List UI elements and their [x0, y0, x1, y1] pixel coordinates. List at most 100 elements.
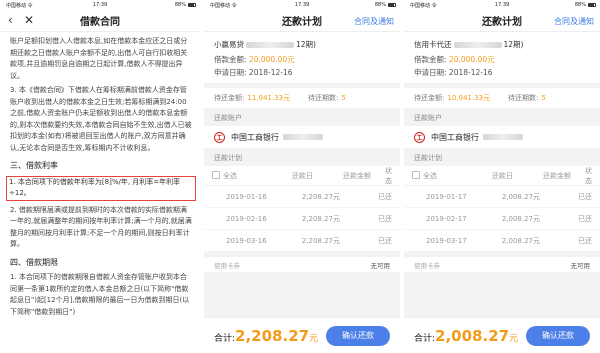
coupon-value: 无可用: [370, 261, 391, 270]
confirm-repay-button[interactable]: 确认还款: [526, 325, 590, 346]
apply-date-label: 申请日期:: [214, 68, 247, 77]
due-amount: 10,041.33元: [447, 94, 490, 102]
total-unit: 元: [509, 333, 519, 344]
row-date: 2019-03-17: [426, 236, 467, 245]
bank-name: 中国工商银行: [431, 132, 479, 142]
row-date: 2019-01-17: [426, 192, 467, 201]
coupon-row[interactable]: 使用卡券 无可用: [204, 252, 400, 272]
contract-paragraph: 账户足额扣划借入人借款本息,如在借款本金应还之日或分期还款之日借款人账户余额不足…: [10, 37, 188, 80]
total-label: 合计:: [214, 333, 236, 344]
row-status: 已还: [378, 214, 392, 223]
page-title: 还款计划: [482, 17, 522, 28]
loan-name-prefix: 信用卡代还: [414, 40, 452, 49]
nav-bar: 还款计划 合同及通知: [204, 10, 400, 32]
bank-account[interactable]: 工 中国工商银行: [204, 126, 400, 148]
select-all-checkbox[interactable]: [412, 170, 420, 179]
col-amount: 还款金额: [342, 171, 371, 180]
table-header: 全选 还款日 还款金额 状态: [404, 166, 600, 186]
select-all-label[interactable]: 全选: [223, 171, 269, 181]
loan-amount-row: 借款金额: 20,000.00元: [214, 53, 390, 66]
total-value: 2,008.27: [435, 326, 510, 345]
contract-notice-link[interactable]: 合同及通知: [554, 16, 594, 27]
loan-name-prefix: 小赢易贷: [214, 40, 244, 49]
loan-name-suffix: 12期): [503, 40, 524, 49]
contract-body: 账户足额扣划借入人借款本息,如在借款本金应还之日或分期还款之日借款人账户余额不足…: [0, 32, 200, 318]
plan-section-label: 还款计划: [214, 154, 242, 162]
col-status: 状态: [584, 166, 592, 185]
confirm-repay-button[interactable]: 确认还款: [326, 325, 390, 346]
row-amount: 2,008.27元: [501, 236, 540, 245]
row-status: 已还: [378, 192, 392, 201]
contract-screen: 中国移动 令 17:39 88% ‹ ✕ 借款合同 账户足额扣划借入人借款本息,…: [0, 0, 200, 353]
due-periods-label: 待还期数:: [308, 94, 339, 102]
status-bar: 中国移动 令 17:39 88%: [204, 0, 400, 10]
coupon-row[interactable]: 使用卡券 无可用: [404, 252, 600, 272]
status-time: 17:39: [294, 2, 310, 8]
apply-date: 2018-12-16: [448, 68, 493, 77]
close-icon[interactable]: ✕: [24, 13, 34, 27]
battery-percent: 88%: [174, 2, 186, 8]
col-date: 还款日: [491, 171, 513, 180]
repayment-table: 全选 还款日 还款金额 状态 2019-01-17 2,008.27元 已还 2…: [404, 166, 600, 252]
contract-notice-link[interactable]: 合同及通知: [354, 16, 394, 27]
total-unit: 元: [309, 333, 319, 344]
bank-name: 中国工商银行: [231, 132, 279, 142]
table-row: 2019-01-17 2,008.27元 已还: [404, 186, 600, 208]
battery-icon: [588, 3, 596, 7]
contract-paragraph: 1. 本合同项下的借款期限自借款人资金存管账户收到本合同第一条第1款所约定的借入…: [10, 273, 190, 316]
coupon-label: 使用卡券: [414, 261, 440, 270]
loan-amount: 20,000.00元: [248, 55, 295, 64]
bank-account[interactable]: 工 中国工商银行: [404, 126, 600, 148]
table-row: 2019-01-16 2,208.27元 已还: [204, 186, 400, 208]
row-status: 已还: [578, 236, 592, 245]
total-value: 2,208.27: [235, 326, 310, 345]
contract-paragraph: 2. 借款期限届满或提前到期时的本次借款的实际借款期满一年的,就届满整年的期间按…: [10, 205, 192, 249]
interest-rate-clause: 1. 本合同项下的借款年利率为[8]%/年, 月利率=年利率÷12。: [6, 175, 196, 201]
due-periods-label: 待还期数:: [508, 94, 539, 102]
col-date: 还款日: [291, 171, 313, 180]
row-status: 已还: [578, 214, 592, 223]
pay-footer: 合计:2,008.27元 确认还款: [404, 317, 600, 353]
account-section-label: 还款账户: [214, 114, 242, 122]
col-amount: 还款金额: [542, 171, 571, 180]
loan-info: 信用卡代还 12期) 借款金额: 20,000.00元 申请日期: 2018-1…: [404, 32, 600, 83]
total-label: 合计:: [414, 333, 436, 344]
row-status: 已还: [378, 236, 392, 245]
total-amount: 合计:2,208.27元: [214, 327, 318, 345]
row-date: 2019-02-17: [426, 214, 467, 223]
nav-bar: 还款计划 合同及通知: [404, 10, 600, 32]
col-status: 状态: [384, 166, 392, 185]
loan-info: 小赢易贷 12期) 借款金额: 20,000.00元 申请日期: 2018-12…: [204, 32, 400, 83]
redacted-block: [453, 41, 502, 48]
repayment-table: 全选 还款日 还款金额 状态 2019-01-16 2,208.27元 已还 2…: [204, 166, 400, 252]
row-date: 2019-03-16: [226, 236, 267, 245]
battery-icon: [388, 3, 396, 7]
status-time: 17:39: [92, 2, 108, 8]
row-amount: 2,008.27元: [501, 214, 540, 223]
page-title: 借款合同: [80, 17, 120, 28]
redacted-block: [283, 134, 323, 140]
row-status: 已还: [578, 192, 592, 201]
select-all-label[interactable]: 全选: [423, 171, 469, 181]
status-bar: 中国移动 令 17:39 88%: [0, 0, 200, 10]
row-amount: 2,208.27元: [301, 236, 340, 245]
due-amount: 11,041.33元: [247, 94, 290, 102]
select-all-checkbox[interactable]: [212, 170, 220, 179]
repayment-screen: 中国移动 令 17:39 88% 还款计划 合同及通知 小赢易贷 12期) 借款…: [204, 0, 400, 353]
due-amount-label: 待还金额:: [414, 94, 445, 102]
loan-name-suffix: 12期): [296, 40, 316, 49]
coupon-label: 使用卡券: [214, 261, 240, 270]
row-amount: 2,208.27元: [301, 192, 340, 201]
loan-amount-label: 借款金额:: [414, 55, 447, 64]
loan-name: 小赢易贷 12期): [214, 38, 390, 51]
table-row: 2019-03-17 2,008.27元 已还: [404, 230, 600, 252]
plan-section-label: 还款计划: [414, 154, 442, 162]
table-row: 2019-03-16 2,208.27元 已还: [204, 230, 400, 252]
table-header: 全选 还款日 还款金额 状态: [204, 166, 400, 186]
battery-percent: 88%: [574, 2, 586, 8]
due-amount-label: 待还金额:: [214, 94, 245, 102]
section-heading: 三、借款利率: [10, 161, 58, 170]
total-amount: 合计:2,008.27元: [414, 327, 518, 345]
row-amount: 2,208.27元: [301, 214, 340, 223]
back-icon[interactable]: ‹: [8, 13, 13, 27]
